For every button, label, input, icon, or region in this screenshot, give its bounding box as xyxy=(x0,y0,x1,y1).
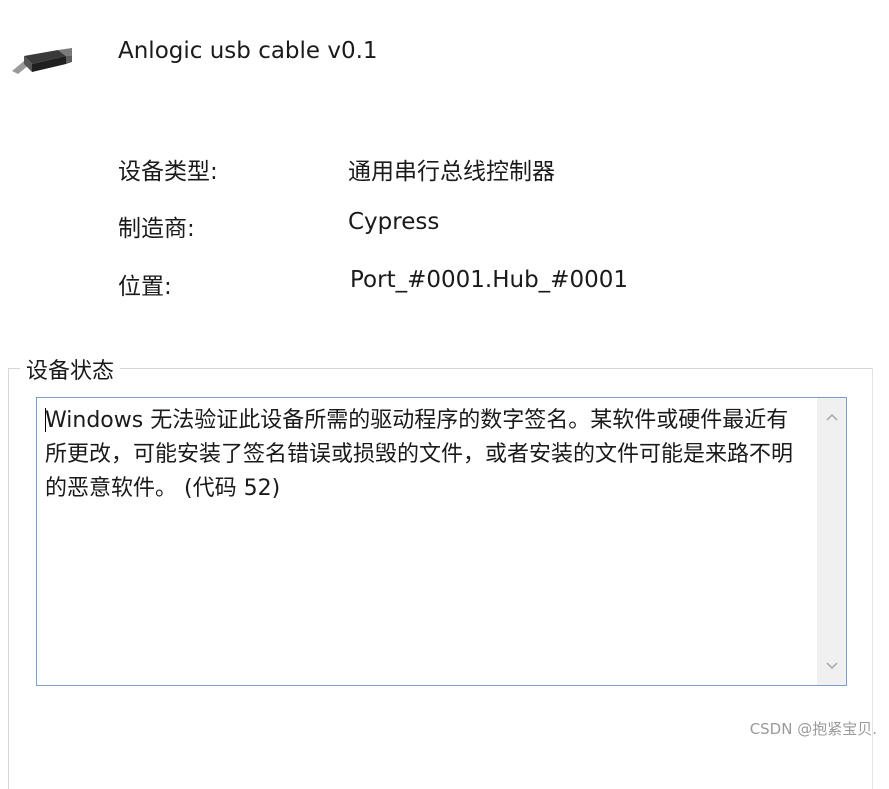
device-status-label: 设备状态 xyxy=(20,353,121,385)
device-status-text: Windows 无法验证此设备所需的驱动程序的数字签名。某软件或硬件最近有所更改… xyxy=(45,408,794,501)
device-type-label: 设备类型: xyxy=(118,159,218,185)
location-label: 位置: xyxy=(118,274,172,300)
device-type-value: 通用串行总线控制器 xyxy=(348,159,555,185)
scroll-up-arrow-icon[interactable] xyxy=(818,404,846,430)
location-value: Port_#0001.Hub_#0001 xyxy=(350,267,628,293)
watermark: CSDN @抱紧宝贝. xyxy=(749,720,877,738)
device-name: Anlogic usb cable v0.1 xyxy=(118,38,378,64)
scroll-down-arrow-icon[interactable] xyxy=(818,653,846,679)
status-scrollbar[interactable] xyxy=(817,398,846,685)
usb-cable-icon xyxy=(10,44,74,80)
manufacturer-value: Cypress xyxy=(348,209,440,235)
device-status-textbox[interactable]: Windows 无法验证此设备所需的驱动程序的数字签名。某软件或硬件最近有所更改… xyxy=(36,397,847,686)
manufacturer-label: 制造商: xyxy=(118,216,195,242)
